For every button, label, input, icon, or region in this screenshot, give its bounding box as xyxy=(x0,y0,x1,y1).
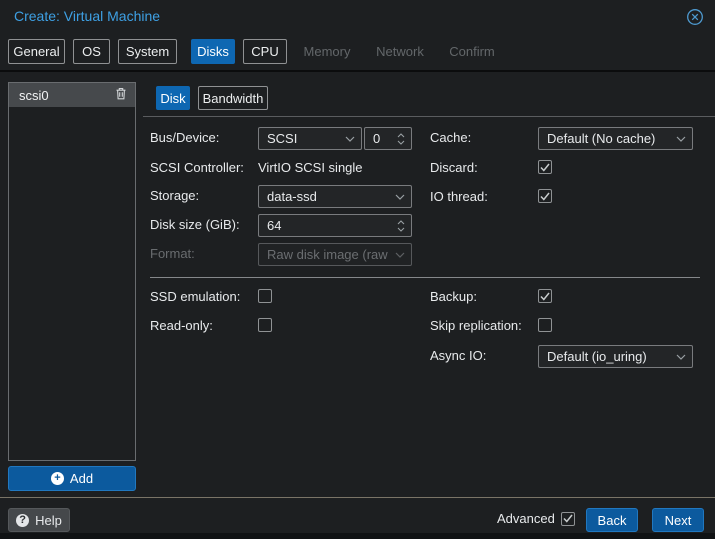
chevron-down-icon xyxy=(676,354,686,360)
disk-list-item-scsi0[interactable]: scsi0 xyxy=(9,83,135,107)
subtab-bandwidth[interactable]: Bandwidth xyxy=(198,86,268,110)
skip-replication-label: Skip replication: xyxy=(430,318,522,333)
bus-combobox[interactable]: SCSI xyxy=(258,127,362,150)
footer-divider xyxy=(0,497,715,498)
window-bottom-edge xyxy=(0,533,715,539)
disk-size-spinner[interactable]: 64 xyxy=(258,214,412,237)
advanced-label: Advanced xyxy=(497,511,555,526)
storage-label: Storage: xyxy=(150,188,200,203)
format-label: Format: xyxy=(150,246,195,261)
cache-combobox[interactable]: Default (No cache) xyxy=(538,127,693,150)
back-button[interactable]: Back xyxy=(586,508,638,532)
header-divider xyxy=(0,70,715,72)
trash-icon[interactable] xyxy=(115,87,127,103)
cache-label: Cache: xyxy=(430,130,472,145)
advanced-toggle: Advanced xyxy=(497,511,575,526)
help-button[interactable]: ? Help xyxy=(8,508,70,532)
format-combobox: Raw disk image (raw xyxy=(258,243,412,266)
discard-checkbox[interactable] xyxy=(538,160,552,174)
disk-list-panel: scsi0 xyxy=(8,82,136,461)
scsi-controller-label: SCSI Controller: xyxy=(150,160,244,175)
advanced-checkbox[interactable] xyxy=(560,511,575,526)
plus-circle-icon: + xyxy=(50,472,64,485)
async-io-label: Async IO: xyxy=(430,348,487,363)
add-disk-button[interactable]: + Add xyxy=(8,466,136,491)
backup-label: Backup: xyxy=(430,289,477,304)
tab-general[interactable]: General xyxy=(8,39,65,64)
chevron-down-icon xyxy=(676,136,686,142)
tab-confirm: Confirm xyxy=(449,44,495,59)
spinner-arrows-icon[interactable] xyxy=(397,132,405,145)
subtab-disk[interactable]: Disk xyxy=(156,86,190,110)
read-only-checkbox[interactable] xyxy=(258,318,272,332)
io-thread-checkbox[interactable] xyxy=(538,189,552,203)
tab-cpu[interactable]: CPU xyxy=(243,39,287,64)
read-only-label: Read-only: xyxy=(150,318,213,333)
chevron-down-icon xyxy=(395,252,405,258)
tab-os[interactable]: OS xyxy=(73,39,110,64)
close-icon[interactable] xyxy=(686,8,704,26)
tab-system[interactable]: System xyxy=(118,39,177,64)
subtab-divider xyxy=(143,116,715,117)
next-button[interactable]: Next xyxy=(652,508,704,532)
disk-item-label: scsi0 xyxy=(19,87,49,103)
ssd-emulation-label: SSD emulation: xyxy=(150,289,241,304)
discard-label: Discard: xyxy=(430,160,478,175)
backup-checkbox[interactable] xyxy=(538,289,552,303)
tab-memory: Memory xyxy=(303,44,351,59)
bus-number-spinner[interactable]: 0 xyxy=(364,127,412,150)
create-vm-dialog: Create: Virtual Machine General OS Syste… xyxy=(0,0,715,539)
bus-device-label: Bus/Device: xyxy=(150,130,220,145)
section-divider xyxy=(150,277,700,278)
disk-size-label: Disk size (GiB): xyxy=(150,217,240,232)
skip-replication-checkbox[interactable] xyxy=(538,318,552,332)
scsi-controller-value: VirtIO SCSI single xyxy=(258,160,363,175)
page-title: Create: Virtual Machine xyxy=(14,8,161,24)
chevron-down-icon xyxy=(395,194,405,200)
spinner-arrows-icon[interactable] xyxy=(397,219,405,232)
ssd-emulation-checkbox[interactable] xyxy=(258,289,272,303)
async-io-combobox[interactable]: Default (io_uring) xyxy=(538,345,693,368)
io-thread-label: IO thread: xyxy=(430,189,488,204)
storage-combobox[interactable]: data-ssd xyxy=(258,185,412,208)
tab-network: Network xyxy=(376,44,424,59)
question-circle-icon: ? xyxy=(16,513,30,527)
tab-disks[interactable]: Disks xyxy=(191,39,235,64)
chevron-down-icon xyxy=(345,136,355,142)
